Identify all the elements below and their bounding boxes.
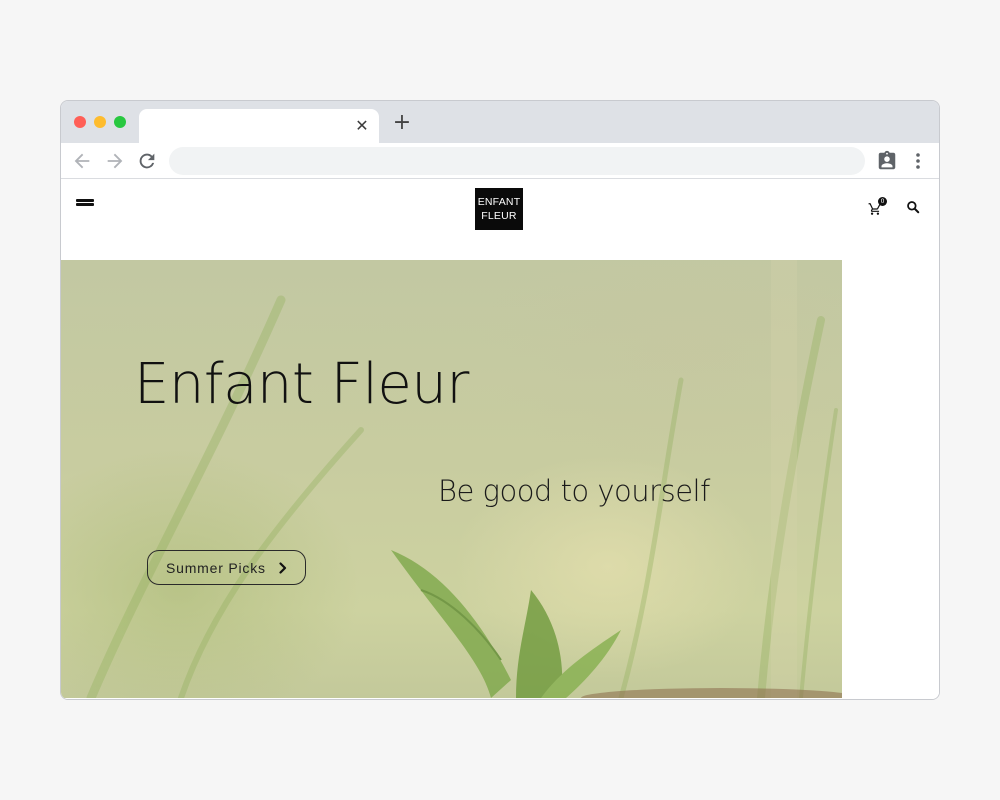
- plus-icon[interactable]: +: [391, 112, 413, 134]
- tab-strip: ✕ +: [61, 101, 939, 143]
- hero-title: Enfant Fleur: [134, 352, 469, 417]
- logo-line-2: FLEUR: [481, 210, 517, 222]
- hero-subtitle: Be good to yourself: [438, 474, 710, 508]
- summer-picks-button[interactable]: Summer Picks: [147, 550, 306, 585]
- cart-count-badge: 0: [878, 197, 887, 206]
- menu-icon[interactable]: [76, 196, 94, 208]
- more-vert-icon[interactable]: [909, 150, 927, 172]
- arrow-left-icon[interactable]: [71, 150, 93, 172]
- site-logo[interactable]: ENFANT FLEUR: [475, 188, 523, 230]
- browser-toolbar: [61, 143, 939, 179]
- window-close-control[interactable]: [74, 116, 86, 128]
- address-bar[interactable]: [169, 147, 865, 175]
- window-minimize-control[interactable]: [94, 116, 106, 128]
- chevron-right-icon: [279, 562, 287, 574]
- logo-line-1: ENFANT: [477, 196, 521, 208]
- search-icon[interactable]: [906, 200, 920, 214]
- reload-icon[interactable]: [136, 150, 158, 172]
- cta-label: Summer Picks: [166, 559, 266, 576]
- page-viewport: ENFANT FLEUR 0 Enfant Fleur Be good to y…: [61, 180, 939, 699]
- browser-window: ✕ + ENFANT FLEUR 0 Enfant Fleur Be good …: [60, 100, 940, 700]
- cart-icon[interactable]: 0: [868, 197, 888, 216]
- site-header: ENFANT FLEUR 0: [61, 180, 939, 260]
- browser-tab[interactable]: ✕: [139, 109, 379, 143]
- hero-banner: Enfant Fleur Be good to yourself Summer …: [61, 260, 842, 698]
- window-zoom-control[interactable]: [114, 116, 126, 128]
- close-icon[interactable]: ✕: [353, 117, 371, 135]
- clipboard-account-icon[interactable]: [876, 150, 898, 172]
- arrow-right-icon[interactable]: [104, 150, 126, 172]
